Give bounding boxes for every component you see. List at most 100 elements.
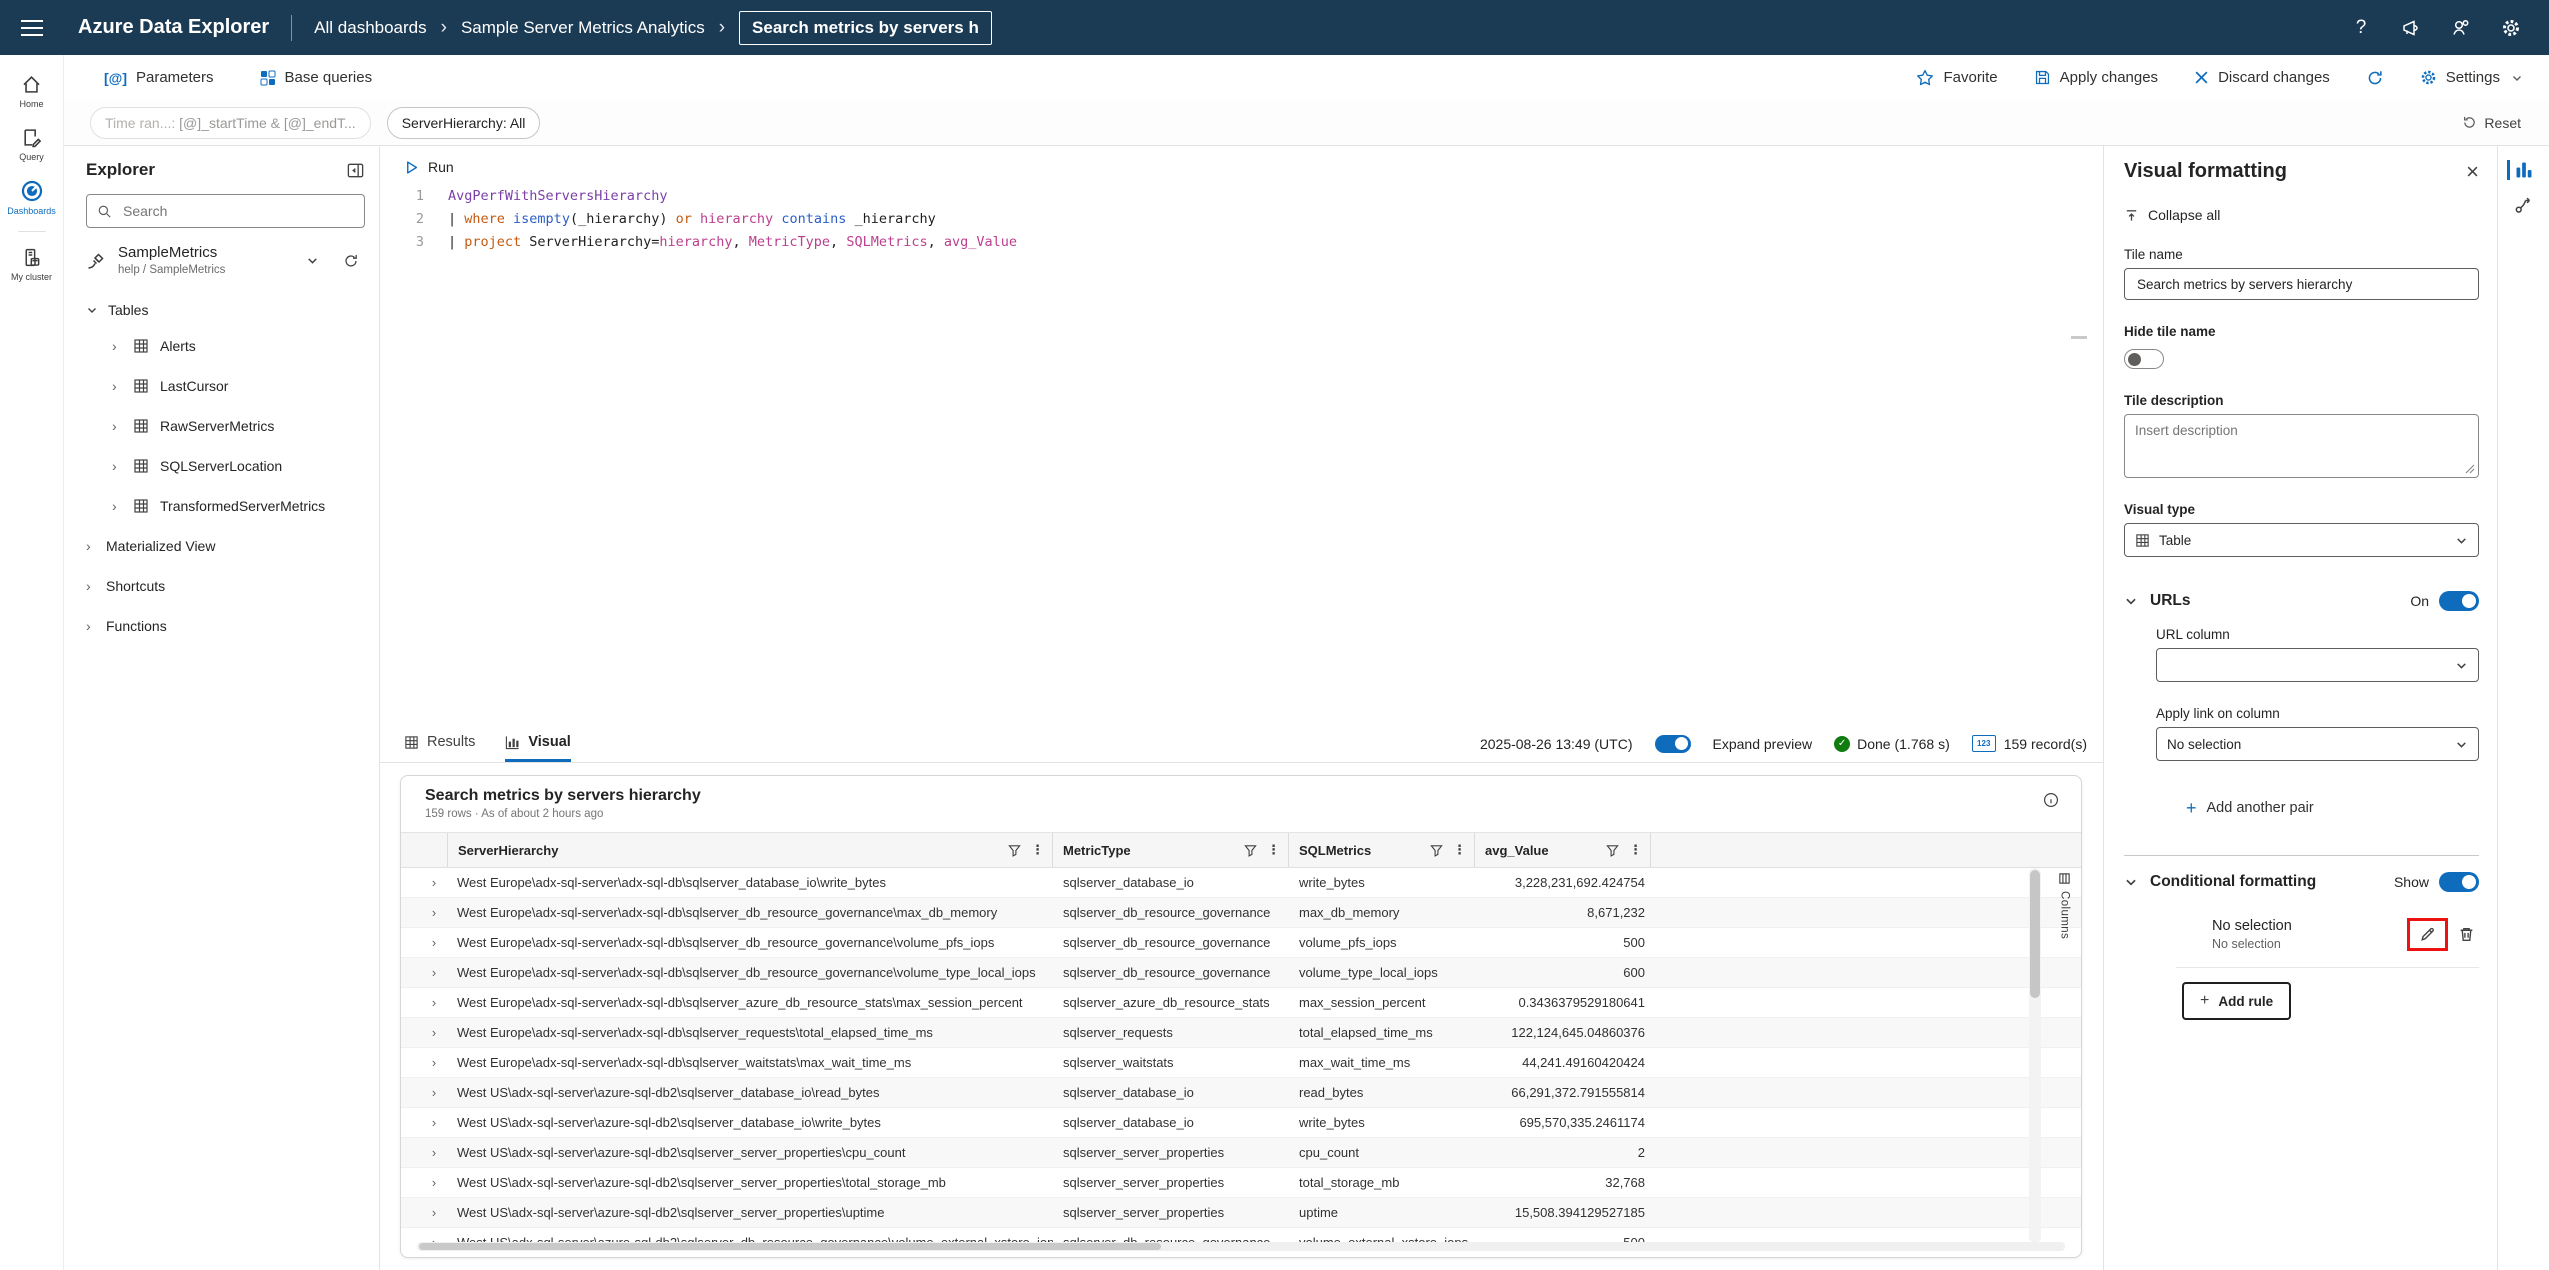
resize-handle-icon[interactable] [2465, 464, 2475, 474]
filter-icon[interactable] [1008, 844, 1021, 857]
tile-description-input[interactable] [2125, 415, 2478, 477]
urls-section-header[interactable]: URLs On [2124, 591, 2479, 611]
row-expander-icon[interactable]: › [417, 958, 447, 987]
visual-formatting-tab[interactable] [2498, 160, 2549, 180]
table-row[interactable]: ›West Europe\adx-sql-server\adx-sql-db\s… [401, 988, 2081, 1018]
nav-home[interactable]: Home [0, 65, 63, 118]
apply-changes-button[interactable]: Apply changes [2034, 69, 2158, 86]
row-expander-icon[interactable]: › [417, 1168, 447, 1197]
nav-dashboards[interactable]: Dashboards [0, 171, 63, 225]
table-row[interactable]: ›West Europe\adx-sql-server\adx-sql-db\s… [401, 1048, 2081, 1078]
tab-visual[interactable]: Visual [505, 725, 570, 762]
delete-rule-trash-icon[interactable] [2458, 926, 2475, 943]
conditional-formatting-toggle[interactable] [2439, 872, 2479, 892]
base-queries-button[interactable]: Base queries [260, 69, 373, 86]
collapse-pane-icon[interactable] [346, 161, 365, 180]
filter-icon[interactable] [1244, 844, 1257, 857]
crossfilter-tab[interactable] [2498, 196, 2549, 215]
help-icon[interactable]: ? [2351, 18, 2371, 38]
tree-section-shortcuts[interactable]: ›Shortcuts [86, 566, 365, 606]
scrollbar-thumb[interactable] [2030, 870, 2040, 998]
run-button[interactable]: Run [380, 146, 454, 175]
breadcrumb-item[interactable]: Search metrics by servers h [739, 11, 992, 45]
reset-button[interactable]: Reset [2462, 115, 2549, 131]
column-menu-icon[interactable]: ⋮ [1029, 842, 1052, 858]
parameters-button[interactable]: [@] Parameters [104, 69, 214, 86]
row-expander-icon[interactable]: › [417, 988, 447, 1017]
tile-name-input[interactable] [2135, 276, 2468, 293]
tile-description-field[interactable] [2124, 414, 2479, 478]
nav-my-cluster[interactable]: My cluster [0, 238, 63, 291]
announcement-icon[interactable] [2401, 18, 2421, 38]
add-another-pair-button[interactable]: + Add another pair [2186, 799, 2314, 817]
tab-results[interactable]: Results [404, 725, 475, 762]
column-header-serverhierarchy[interactable]: ServerHierarchy ⋮ [447, 833, 1053, 867]
nav-query[interactable]: Query [0, 118, 63, 171]
collapse-all-button[interactable]: Collapse all [2124, 207, 2220, 223]
column-menu-icon[interactable]: ⋮ [1265, 842, 1288, 858]
add-rule-button[interactable]: + Add rule [2182, 982, 2291, 1020]
row-expander-icon[interactable]: › [417, 1138, 447, 1167]
visual-type-select[interactable]: Table [2124, 523, 2479, 557]
table-row[interactable]: ›West Europe\adx-sql-server\adx-sql-db\s… [401, 928, 2081, 958]
table-row[interactable]: ›West US\adx-sql-server\azure-sql-db2\sq… [401, 1078, 2081, 1108]
horizontal-scrollbar[interactable] [417, 1242, 2065, 1251]
table-row[interactable]: ›West US\adx-sql-server\azure-sql-db2\sq… [401, 1198, 2081, 1228]
settings-gear-icon[interactable] [2501, 18, 2521, 38]
urls-toggle[interactable] [2439, 591, 2479, 611]
row-expander-icon[interactable]: › [417, 1018, 447, 1047]
columns-flyout-tab[interactable]: Columns [2058, 872, 2071, 939]
table-row[interactable]: ›West Europe\adx-sql-server\adx-sql-db\s… [401, 1018, 2081, 1048]
tree-item-table[interactable]: ›LastCursor [86, 366, 365, 406]
scrollbar-thumb[interactable] [419, 1243, 1161, 1250]
info-icon[interactable] [2043, 792, 2059, 808]
query-line[interactable]: 3| project ServerHierarchy=hierarchy, Me… [380, 231, 2103, 254]
table-row[interactable]: ›West Europe\adx-sql-server\adx-sql-db\s… [401, 958, 2081, 988]
refresh-button[interactable] [2366, 69, 2384, 87]
connection-row[interactable]: SampleMetrics help / SampleMetrics [86, 244, 365, 278]
tree-item-table[interactable]: ›TransformedServerMetrics [86, 486, 365, 526]
query-editor[interactable]: 1AvgPerfWithServersHierarchy2| where ise… [380, 185, 2103, 254]
query-line[interactable]: 1AvgPerfWithServersHierarchy [380, 185, 2103, 208]
column-header-sqlmetrics[interactable]: SQLMetrics ⋮ [1289, 833, 1475, 867]
filter-icon[interactable] [1430, 844, 1443, 857]
expand-preview-toggle[interactable] [1655, 735, 1691, 753]
table-row[interactable]: ›West US\adx-sql-server\azure-sql-db2\sq… [401, 1138, 2081, 1168]
close-icon[interactable]: × [2466, 161, 2479, 183]
discard-changes-button[interactable]: Discard changes [2194, 69, 2330, 86]
hamburger-menu-icon[interactable] [0, 20, 64, 36]
column-menu-icon[interactable]: ⋮ [1627, 842, 1650, 858]
column-header-avgvalue[interactable]: avg_Value ⋮ [1475, 833, 1651, 867]
row-expander-icon[interactable]: › [417, 1108, 447, 1137]
table-row[interactable]: ›West US\adx-sql-server\azure-sql-db2\sq… [401, 1108, 2081, 1138]
breadcrumb-item[interactable]: Sample Server Metrics Analytics [461, 18, 705, 38]
vertical-scrollbar[interactable] [2029, 868, 2041, 1243]
favorite-button[interactable]: Favorite [1916, 69, 1997, 87]
tree-item-table[interactable]: ›Alerts [86, 326, 365, 366]
tree-item-table[interactable]: ›RawServerMetrics [86, 406, 365, 446]
url-column-select[interactable] [2156, 648, 2479, 682]
query-line[interactable]: 2| where isempty(_hierarchy) or hierarch… [380, 208, 2103, 231]
tables-node[interactable]: Tables [86, 294, 365, 326]
conditional-formatting-header[interactable]: Conditional formatting Show [2124, 872, 2479, 892]
settings-button[interactable]: Settings [2420, 69, 2523, 86]
chevron-down-icon[interactable] [306, 254, 319, 267]
feedback-icon[interactable] [2451, 18, 2471, 38]
table-row[interactable]: ›West US\adx-sql-server\azure-sql-db2\sq… [401, 1168, 2081, 1198]
breadcrumb-item[interactable]: All dashboards [314, 18, 426, 38]
tree-section-materialized-view[interactable]: ›Materialized View [86, 526, 365, 566]
explorer-search[interactable] [86, 194, 365, 228]
hide-tile-name-toggle[interactable] [2124, 349, 2164, 369]
edit-rule-pencil-icon[interactable] [2419, 926, 2436, 943]
tree-section-functions[interactable]: ›Functions [86, 606, 365, 646]
server-hierarchy-filter-pill[interactable]: ServerHierarchy: All [387, 107, 541, 139]
filter-icon[interactable] [1606, 844, 1619, 857]
row-expander-icon[interactable]: › [417, 1048, 447, 1077]
row-expander-icon[interactable]: › [417, 928, 447, 957]
tree-item-table[interactable]: ›SQLServerLocation [86, 446, 365, 486]
tile-name-field[interactable] [2124, 268, 2479, 300]
row-expander-icon[interactable]: › [417, 1198, 447, 1227]
row-expander-icon[interactable]: › [417, 868, 447, 897]
search-input[interactable] [121, 202, 354, 220]
apply-link-select[interactable]: No selection [2156, 727, 2479, 761]
